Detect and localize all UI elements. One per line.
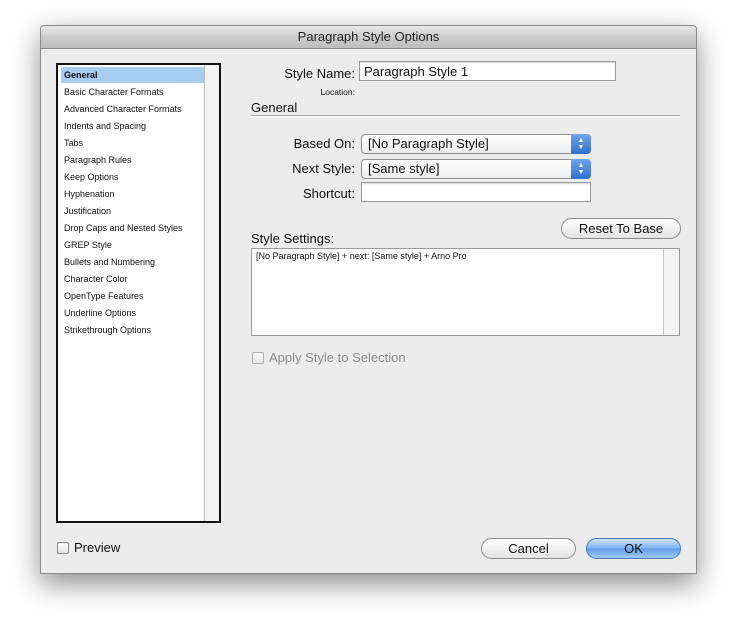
category-list[interactable]: General Basic Character Formats Advanced… xyxy=(56,63,221,523)
paragraph-style-options-dialog: Paragraph Style Options General Basic Ch… xyxy=(40,25,697,574)
reset-to-base-button[interactable]: Reset To Base xyxy=(561,218,681,239)
based-on-value: [No Paragraph Style] xyxy=(368,136,489,151)
sidebar-item-tabs[interactable]: Tabs xyxy=(61,135,218,151)
style-settings-label: Style Settings: xyxy=(251,231,335,246)
sidebar-item-grep-style[interactable]: GREP Style xyxy=(61,237,218,253)
next-style-value: [Same style] xyxy=(368,161,440,176)
shortcut-label: Shortcut: xyxy=(302,186,355,201)
section-divider xyxy=(251,115,680,117)
sidebar-item-advanced-character-formats[interactable]: Advanced Character Formats xyxy=(61,101,218,117)
sidebar-item-indents-and-spacing[interactable]: Indents and Spacing xyxy=(61,118,218,134)
based-on-dropdown[interactable]: [No Paragraph Style] ▲ ▼ xyxy=(361,134,591,154)
next-style-dropdown[interactable]: [Same style] ▲ ▼ xyxy=(361,159,591,179)
shortcut-input[interactable] xyxy=(361,182,591,202)
style-name-label: Style Name: xyxy=(284,66,355,81)
location-label: Location: xyxy=(320,87,356,97)
sidebar-item-drop-caps[interactable]: Drop Caps and Nested Styles xyxy=(61,220,218,236)
style-settings-scrollbar[interactable] xyxy=(663,249,679,335)
sidebar-item-keep-options[interactable]: Keep Options xyxy=(61,169,218,185)
sidebar-item-basic-character-formats[interactable]: Basic Character Formats xyxy=(61,84,218,100)
style-settings-text: [No Paragraph Style] + next: [Same style… xyxy=(256,251,467,261)
updown-arrows-icon: ▲ ▼ xyxy=(571,134,591,154)
sidebar-item-underline-options[interactable]: Underline Options xyxy=(61,305,218,321)
next-style-label: Next Style: xyxy=(292,161,355,176)
preview-label: Preview xyxy=(74,540,121,555)
ok-button[interactable]: OK xyxy=(586,538,681,559)
sidebar-item-paragraph-rules[interactable]: Paragraph Rules xyxy=(61,152,218,168)
sidebar-scrollbar[interactable] xyxy=(204,65,219,521)
window-title: Paragraph Style Options xyxy=(41,26,696,49)
based-on-label: Based On: xyxy=(293,136,355,151)
sidebar-item-general[interactable]: General xyxy=(61,67,218,83)
style-settings-box: [No Paragraph Style] + next: [Same style… xyxy=(251,248,680,336)
sidebar-item-character-color[interactable]: Character Color xyxy=(61,271,218,287)
apply-style-label: Apply Style to Selection xyxy=(269,350,406,365)
cancel-button[interactable]: Cancel xyxy=(481,538,576,559)
sidebar-item-justification[interactable]: Justification xyxy=(61,203,218,219)
updown-arrows-icon: ▲ ▼ xyxy=(571,159,591,179)
apply-style-checkbox[interactable] xyxy=(252,352,264,364)
style-name-input[interactable]: Paragraph Style 1 xyxy=(359,61,616,81)
sidebar-item-hyphenation[interactable]: Hyphenation xyxy=(61,186,218,202)
sidebar-item-bullets-and-numbering[interactable]: Bullets and Numbering xyxy=(61,254,218,270)
section-title: General xyxy=(251,100,298,115)
sidebar-item-strikethrough-options[interactable]: Strikethrough Options xyxy=(61,322,218,338)
sidebar-item-opentype-features[interactable]: OpenType Features xyxy=(61,288,218,304)
preview-checkbox[interactable] xyxy=(57,542,69,554)
